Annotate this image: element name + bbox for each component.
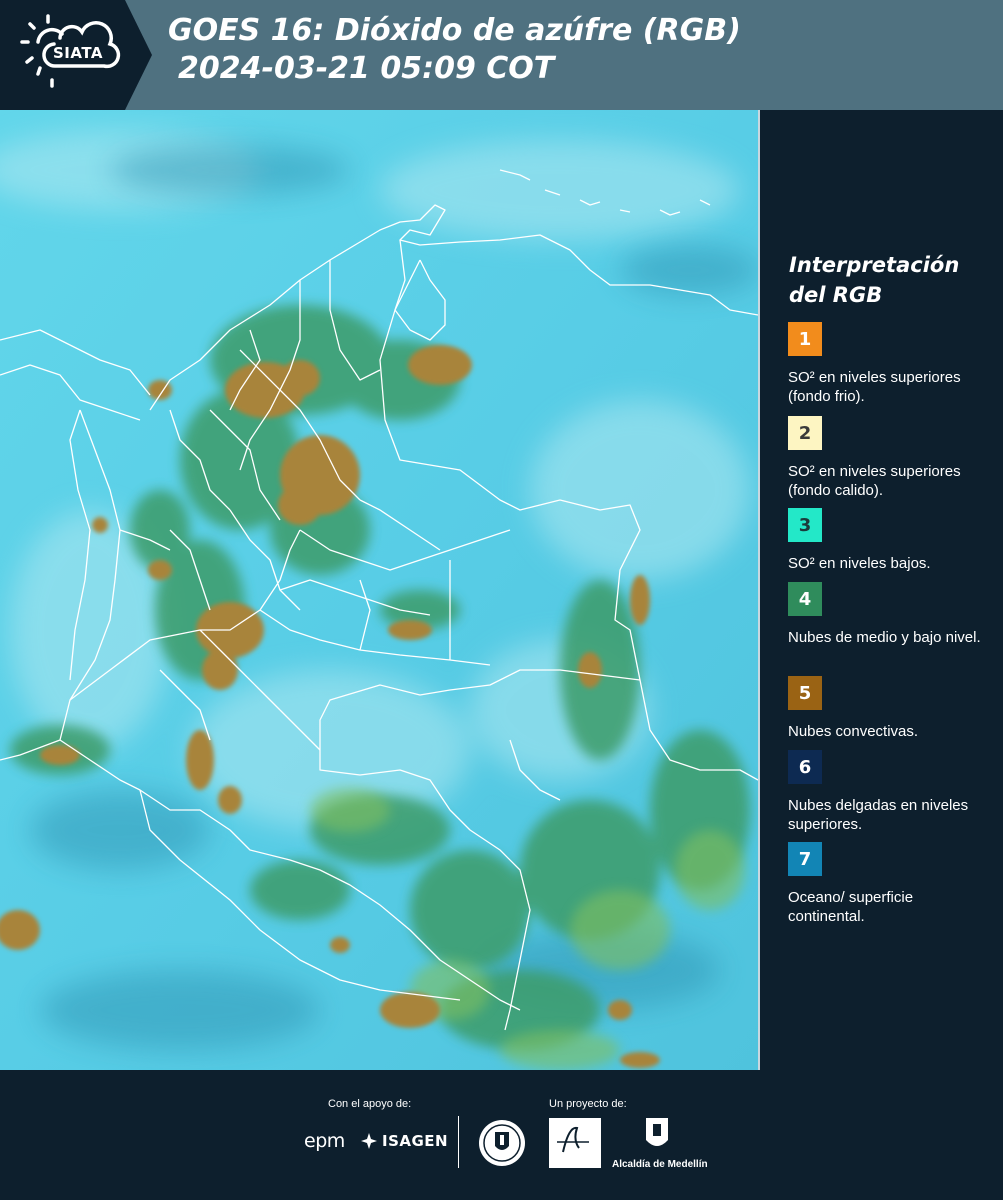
legend-item-7: 7 Oceano/ superficie continental. — [788, 842, 993, 926]
legend-item-1: 1 SO² en niveles superiores (fondo frio)… — [788, 322, 993, 406]
header-bar: SIATA GOES 16: Dióxido de azúfre (RGB) 2… — [0, 0, 1003, 110]
legend-label: SO² en niveles bajos. — [788, 555, 931, 572]
alcaldia-shield-icon — [646, 1118, 668, 1146]
isagen-logo-text: ISAGEN — [382, 1132, 449, 1150]
siata-logo-text: SIATA — [53, 44, 104, 62]
isagen-logo: ISAGEN — [360, 1132, 448, 1150]
project-label: Un proyecto de: — [549, 1098, 627, 1110]
legend-label: SO² en niveles superiores (fondo frio). — [788, 369, 961, 405]
legend-title: Interpretación del RGB — [789, 253, 960, 307]
legend-item-4: 4 Nubes de medio y bajo nivel. — [788, 582, 993, 647]
legend-panel: Interpretación del RGB 1 SO² en niveles … — [760, 110, 1003, 1070]
alcaldia-text: Alcaldía de Medellín — [612, 1159, 708, 1170]
alcaldia-logo: Alcaldía de Medellín — [612, 1116, 708, 1172]
satellite-map[interactable] — [0, 110, 758, 1070]
legend-item-3: 3 SO² en niveles bajos. — [788, 508, 993, 573]
medellin-seal-icon — [479, 1120, 525, 1166]
legend-item-6: 6 Nubes delgadas en niveles superiores. — [788, 750, 993, 834]
legend-label: Nubes delgadas en niveles superiores. — [788, 797, 969, 833]
legend-label: Nubes de medio y bajo nivel. — [788, 629, 981, 646]
title-block: GOES 16: Dióxido de azúfre (RGB) 2024-03… — [168, 12, 988, 88]
satellite-image — [0, 110, 758, 1070]
legend-swatch: 7 — [788, 842, 822, 876]
legend-label: SO² en niveles superiores (fondo calido)… — [788, 463, 961, 499]
footer-divider — [458, 1116, 459, 1168]
page-datetime: 2024-03-21 05:09 COT — [178, 51, 555, 86]
legend-swatch: 1 — [788, 322, 822, 356]
page-title: GOES 16: Dióxido de azúfre (RGB) — [168, 13, 741, 48]
legend-swatch: 4 — [788, 582, 822, 616]
epm-logo: epm — [304, 1130, 345, 1152]
area-metropolitana-logo — [549, 1118, 601, 1168]
area-metropolitana-icon — [549, 1118, 601, 1168]
isagen-icon — [361, 1133, 377, 1149]
legend-item-5: 5 Nubes convectivas. — [788, 676, 993, 741]
legend-swatch: 5 — [788, 676, 822, 710]
legend-swatch: 2 — [788, 416, 822, 450]
support-label: Con el apoyo de: — [328, 1098, 412, 1110]
legend-swatch: 6 — [788, 750, 822, 784]
legend-swatch: 3 — [788, 508, 822, 542]
legend-item-2: 2 SO² en niveles superiores (fondo calid… — [788, 416, 993, 500]
footer-bar: Con el apoyo de: Un proyecto de: epm ISA… — [0, 1070, 1003, 1200]
legend-label: Nubes convectivas. — [788, 723, 919, 740]
legend-label: Oceano/ superficie continental. — [788, 889, 914, 925]
